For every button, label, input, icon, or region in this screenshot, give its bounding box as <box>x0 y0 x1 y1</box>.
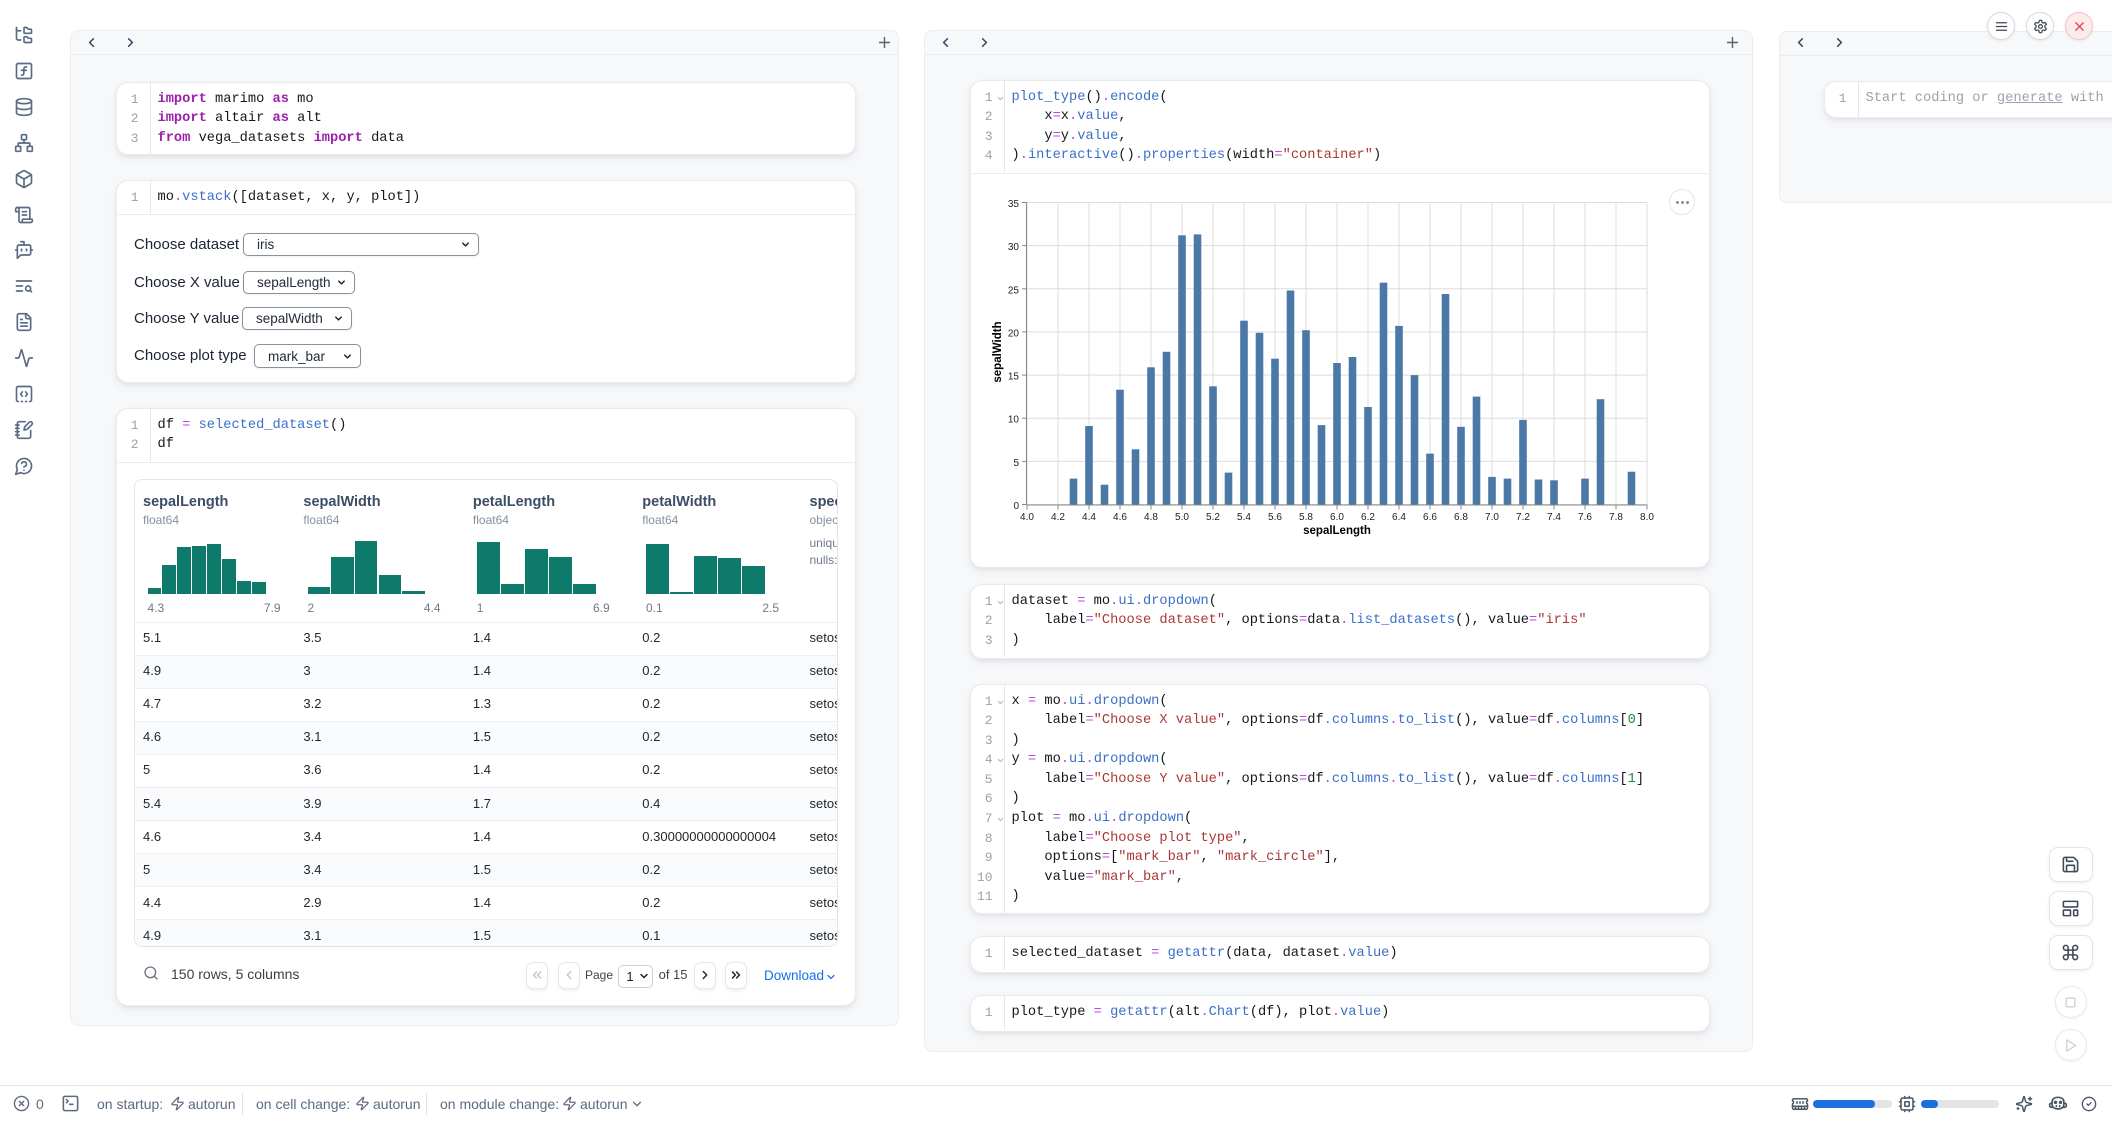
svg-text:7.0: 7.0 <box>1485 512 1499 523</box>
svg-text:sepalWidth: sepalWidth <box>992 321 1004 382</box>
svg-text:7.2: 7.2 <box>1516 512 1530 523</box>
svg-text:4.6: 4.6 <box>1113 512 1127 523</box>
svg-text:6.6: 6.6 <box>1423 512 1437 523</box>
svg-text:6.0: 6.0 <box>1330 512 1344 523</box>
svg-text:4.4: 4.4 <box>1082 512 1096 523</box>
svg-text:5.0: 5.0 <box>1175 512 1189 523</box>
svg-text:6.4: 6.4 <box>1392 512 1406 523</box>
svg-text:5.6: 5.6 <box>1268 512 1282 523</box>
svg-text:4.2: 4.2 <box>1051 512 1065 523</box>
svg-text:25: 25 <box>1008 285 1020 296</box>
svg-text:10: 10 <box>1008 415 1020 426</box>
svg-text:7.6: 7.6 <box>1578 512 1592 523</box>
svg-text:sepalLength: sepalLength <box>1303 525 1371 537</box>
svg-text:6.2: 6.2 <box>1361 512 1375 523</box>
svg-text:5.2: 5.2 <box>1206 512 1220 523</box>
svg-text:8.0: 8.0 <box>1640 512 1654 523</box>
svg-text:20: 20 <box>1008 328 1020 339</box>
svg-text:4.8: 4.8 <box>1144 512 1158 523</box>
svg-text:7.4: 7.4 <box>1547 512 1561 523</box>
svg-text:7.8: 7.8 <box>1609 512 1623 523</box>
svg-text:35: 35 <box>1008 199 1020 210</box>
svg-text:0: 0 <box>1013 501 1019 512</box>
svg-text:15: 15 <box>1008 372 1020 383</box>
svg-text:5.8: 5.8 <box>1299 512 1313 523</box>
svg-text:5: 5 <box>1013 458 1019 469</box>
svg-text:30: 30 <box>1008 242 1020 253</box>
svg-text:6.8: 6.8 <box>1454 512 1468 523</box>
svg-text:5.4: 5.4 <box>1237 512 1251 523</box>
svg-text:4.0: 4.0 <box>1020 512 1034 523</box>
